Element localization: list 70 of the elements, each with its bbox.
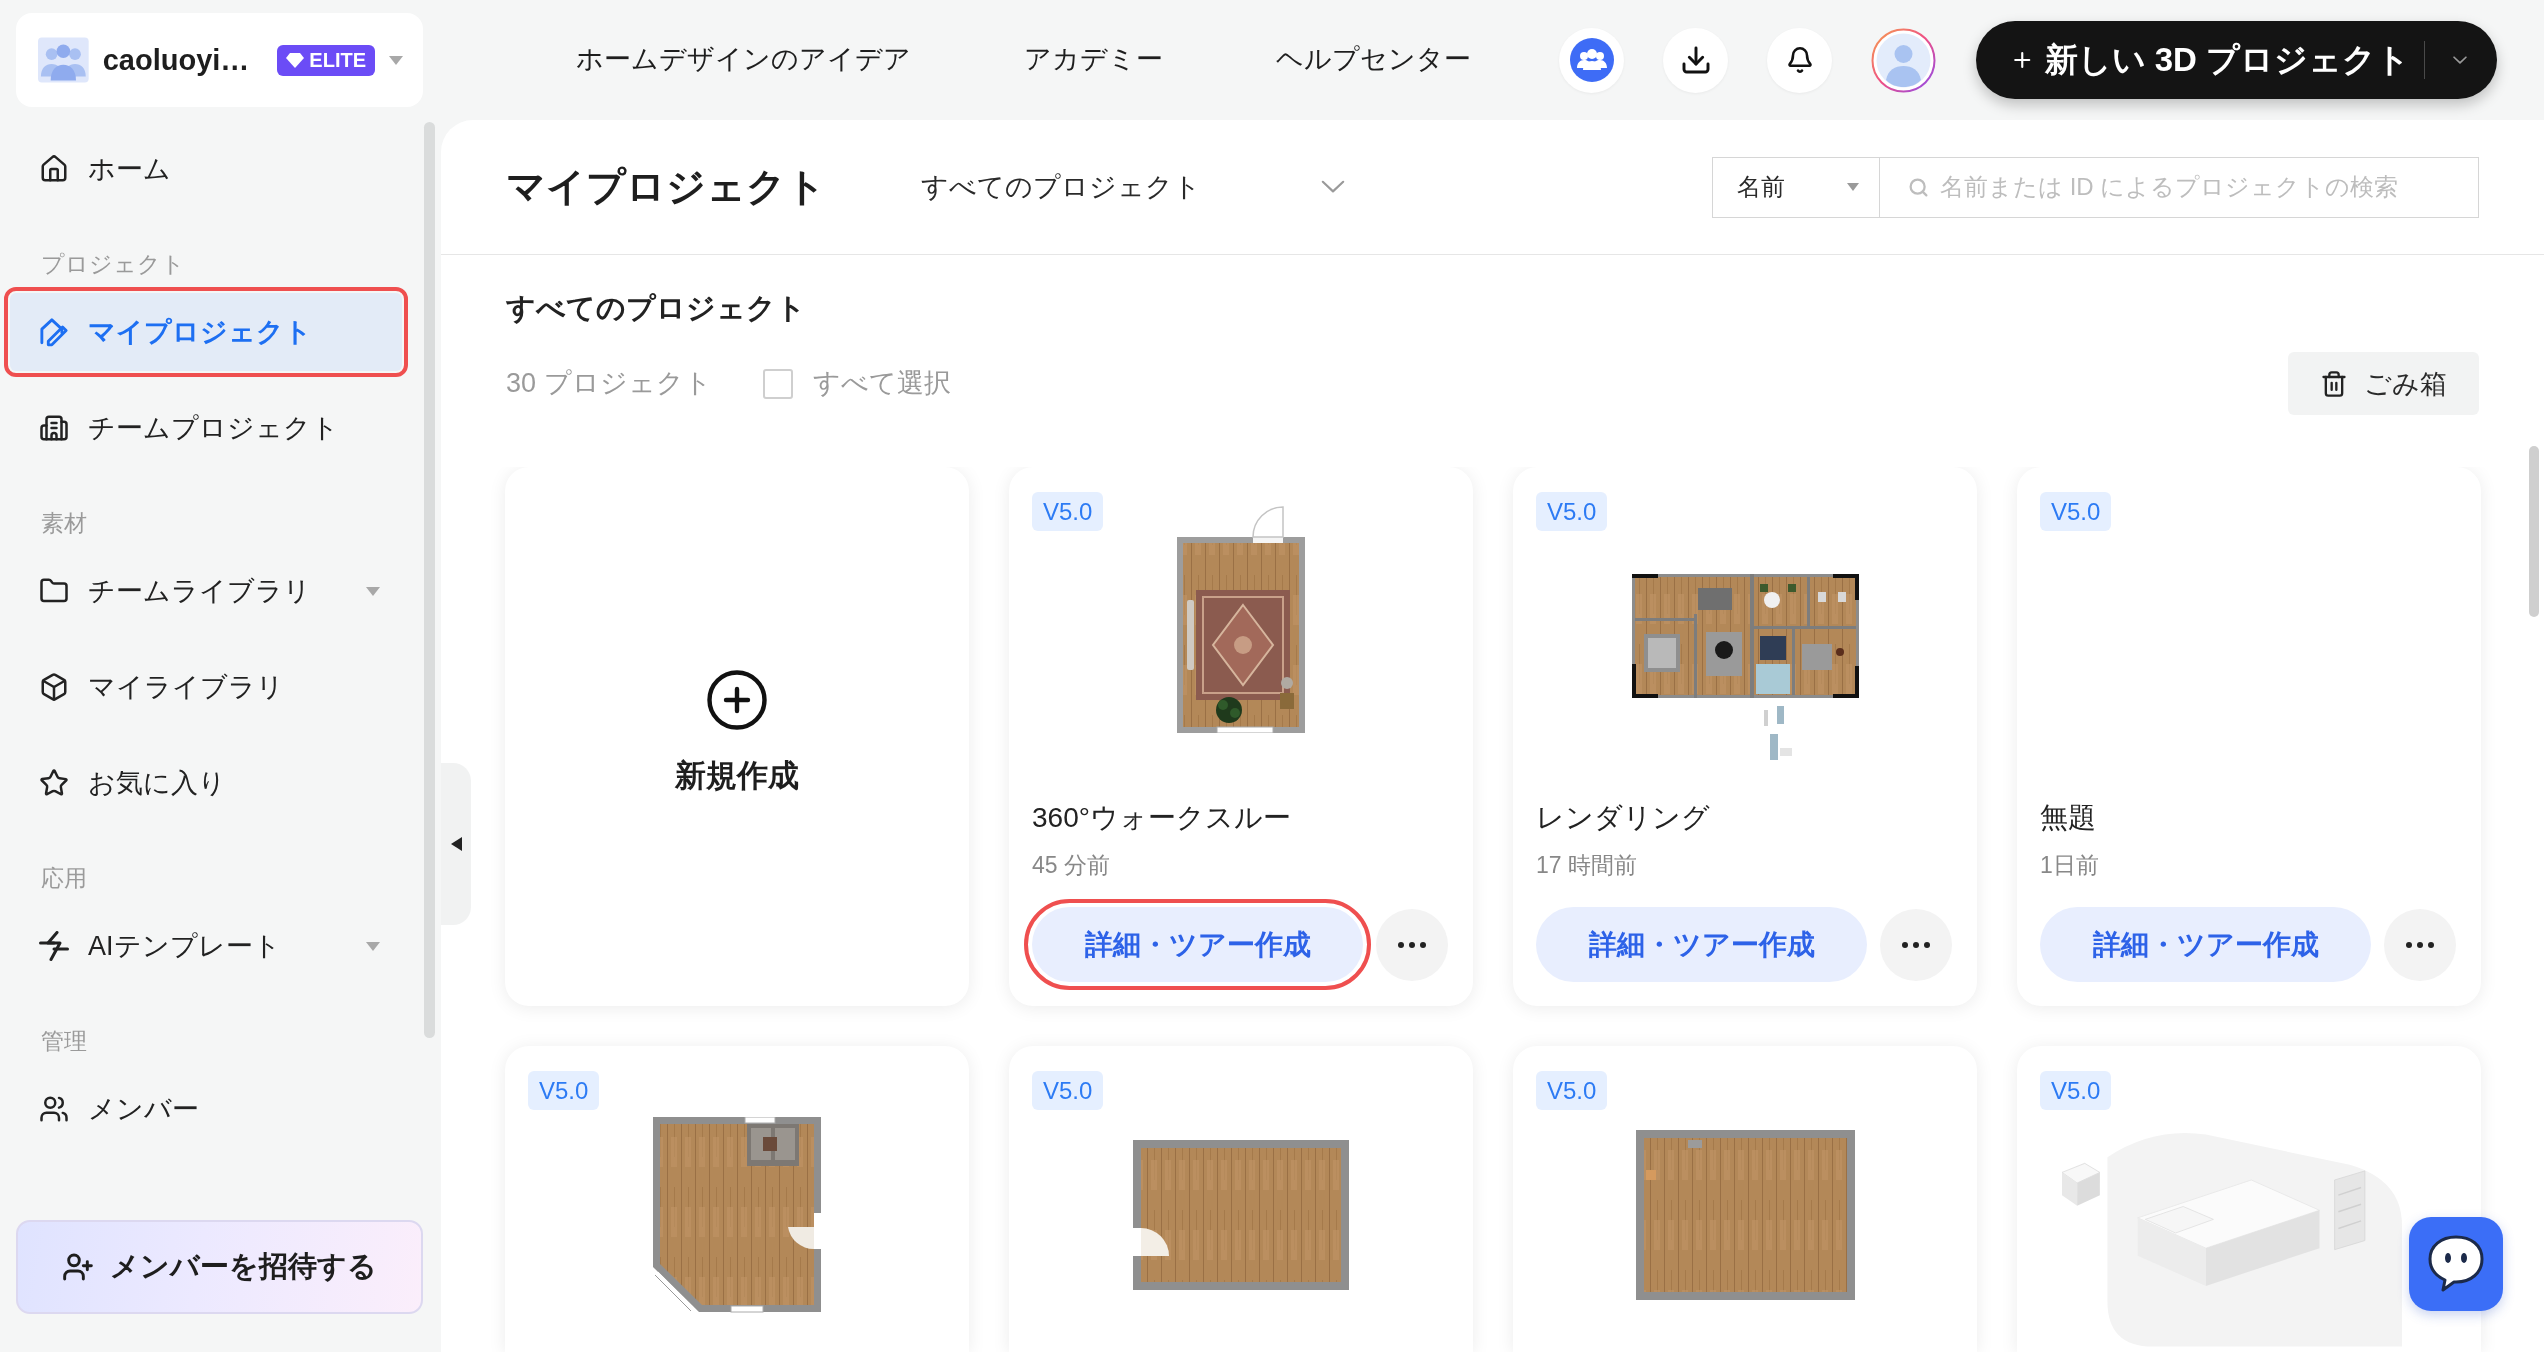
project-card[interactable]: V5.0 360°ウォークスルー 45 分前 詳細・ツアー作成 [1009,467,1473,1006]
project-time: 1日前 [2040,851,2099,880]
bell-icon [1785,46,1814,74]
nav-link[interactable]: ホームデザインのアイデア [576,42,911,78]
project-filter-dropdown[interactable]: すべてのプロジェクト [921,162,1353,212]
search-field[interactable]: 名前または ID によるプロジェクトの検索 [1880,156,2479,218]
group-avatar-icon [38,37,89,83]
new-project-card[interactable]: 新規作成 [505,467,969,1006]
triangle-left-icon [450,837,462,851]
tour-button[interactable]: 詳細・ツアー作成 [1536,907,1867,982]
sidebar-item[interactable]: チームプロジェクト [10,389,402,467]
avatar-icon [1871,27,1936,93]
chevron-down-icon [1321,180,1345,194]
search-icon [1908,176,1929,198]
team-icon [1569,38,1614,82]
more-icon [1902,941,1930,948]
sort-select[interactable]: 名前 [1712,156,1880,218]
page-title: マイプロジェクト [506,163,826,210]
sidebar-item[interactable]: マイライブラリ [10,648,402,726]
account-name: caoluoyi… [102,42,250,78]
sidebar-section-label: 応用 [41,864,87,893]
section-title: すべてのプロジェクト [506,291,806,326]
plan-name: ELITE [309,50,366,70]
project-time: 17 時間前 [1536,851,1637,880]
project-title: レンダリング [1536,801,1710,835]
trash-button[interactable]: ごみ箱 [2288,352,2479,415]
trash-icon [2320,369,2348,398]
more-icon [1398,941,1426,948]
version-badge: V5.0 [1536,1071,1608,1110]
account-card[interactable]: caoluoyi… ELITE [16,13,423,107]
sidebar-item[interactable]: AIテンプレート [10,907,402,985]
caret-down-icon [389,55,403,65]
project-title: 360°ウォークスルー [1032,801,1291,835]
sidebar-item[interactable]: チームライブラリ [10,552,402,630]
invite-members-button[interactable]: メンバーを招待する [16,1220,423,1314]
star-icon [39,768,69,798]
more-icon [2406,941,2434,948]
version-badge: V5.0 [1536,492,1608,531]
tour-button[interactable]: 詳細・ツアー作成 [2040,907,2371,982]
home-icon [39,154,69,184]
project-title: 無題 [2040,801,2096,835]
project-card[interactable]: V5.0 レンダリング 17 時間前 詳細・ツアー作成 [1513,467,1977,1006]
bolt-lines-icon [39,931,69,961]
nav-link[interactable]: アカデミー [1024,42,1163,78]
users-icon [39,1094,69,1124]
version-badge: V5.0 [2040,492,2112,531]
new-project-button[interactable]: 新しい 3D プロジェクト [1976,21,2497,99]
project-card[interactable]: V5.0 無題 1日前 詳細・ツアー作成 [2017,467,2481,1006]
sidebar-item[interactable]: メンバー [10,1070,402,1148]
building-icon [39,413,69,443]
sidebar-section-label: 管理 [41,1027,87,1056]
version-badge: V5.0 [528,1071,600,1110]
house-pen-icon [39,317,69,347]
sidebar-item[interactable]: ホーム [10,130,402,208]
chat-button[interactable] [2409,1217,2503,1311]
version-badge: V5.0 [2040,1071,2112,1110]
user-avatar[interactable] [1871,27,1936,93]
version-badge: V5.0 [1032,1071,1104,1110]
cube-icon [39,672,69,702]
version-badge: V5.0 [1032,492,1104,531]
nav-link[interactable]: ヘルプセンター [1276,42,1471,78]
caret-down-icon [1847,183,1859,191]
sidebar-section-label: 素材 [41,509,87,538]
project-time: 45 分前 [1032,851,1110,880]
select-all-checkbox[interactable] [762,368,793,399]
project-count: 30 プロジェクト [506,366,712,400]
sidebar-section-label: プロジェクト [41,250,185,279]
sidebar-item[interactable]: お気に入り [10,744,402,822]
user-plus-icon [62,1251,94,1283]
diamond-icon [286,52,305,68]
